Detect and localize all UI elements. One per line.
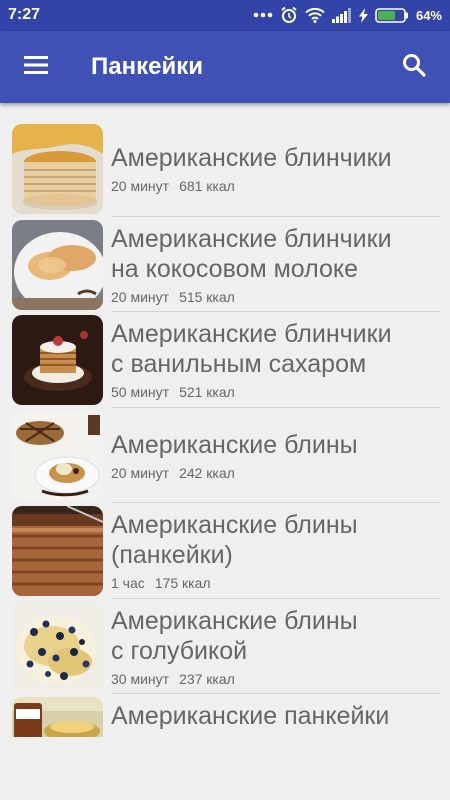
- recipe-item[interactable]: Американские блины 20 минут 242 ккал: [0, 408, 450, 503]
- page-title: Панкейки: [91, 53, 203, 80]
- calories: 521 ккал: [179, 384, 235, 400]
- recipe-item[interactable]: Американские блины с голубикой 30 минут 2…: [0, 599, 450, 694]
- recipe-meta: 20 минут 681 ккал: [111, 178, 235, 194]
- calories: 242 ккал: [179, 464, 235, 481]
- recipe-item[interactable]: Американские блинчики на кокосовом молок…: [0, 217, 450, 312]
- recipe-title: Американские блины (панкейки): [111, 510, 441, 570]
- recipe-title-line: (панкейки): [111, 541, 233, 569]
- recipe-item[interactable]: Американские блины (панкейки) 1 час 175 к…: [0, 503, 450, 599]
- calories: 175 ккал: [154, 575, 211, 591]
- battery-icon: [375, 7, 409, 23]
- recipe-thumbnail: [12, 219, 103, 310]
- menu-button[interactable]: [14, 45, 58, 89]
- recipe-title-line: Американские блинчики: [111, 224, 392, 253]
- recipe-item[interactable]: Американские блинчики 20 минут 681 ккал: [0, 121, 450, 217]
- recipe-thumbnail: [12, 506, 103, 596]
- calories: 681 ккал: [179, 178, 235, 194]
- recipe-meta: 1 час 175 ккал: [111, 575, 211, 591]
- recipe-thumbnail: [12, 315, 103, 405]
- cooking-time: 20 минут: [111, 464, 170, 481]
- recipe-title: Американские панкейки: [111, 701, 441, 731]
- alarm-icon: [280, 6, 298, 24]
- status-bar: 7:27 64%: [0, 0, 450, 31]
- recipe-title-line: на кокосовом молоке: [111, 254, 359, 283]
- charging-icon: [358, 7, 368, 23]
- calories: 515 ккал: [179, 288, 235, 305]
- hamburger-menu-icon: [24, 55, 48, 79]
- recipe-item[interactable]: Американские блинчики с ванильным сахаро…: [0, 312, 450, 408]
- status-time: 7:27: [8, 6, 41, 23]
- recipe-title: Американские блины: [111, 430, 441, 460]
- recipe-title-line: Американские блины: [111, 606, 358, 635]
- recipe-list[interactable]: Американские блинчики 20 минут 681 ккал А…: [0, 121, 450, 737]
- recipe-thumbnail: [12, 410, 103, 501]
- app-bar: Панкейки: [0, 31, 450, 103]
- recipe-title: Американские блинчики с ванильным сахаро…: [111, 319, 441, 379]
- recipe-title-line: Американские блины: [111, 511, 358, 539]
- search-button[interactable]: [392, 45, 436, 89]
- battery-percent: 64%: [415, 7, 442, 23]
- recipe-meta: 20 минут 515 ккал: [111, 289, 235, 305]
- recipe-title-line: с ванильным сахаром: [111, 350, 367, 378]
- cooking-time: 1 час: [111, 575, 145, 591]
- cooking-time: 20 минут: [111, 178, 170, 194]
- status-icons: 64%: [253, 5, 442, 25]
- recipe-thumbnail: [12, 601, 103, 692]
- wifi-icon: [305, 7, 325, 23]
- cooking-time: 50 минут: [111, 384, 170, 400]
- more-notifications-icon: [253, 12, 273, 18]
- recipe-thumbnail: [12, 124, 103, 214]
- recipe-title-line: Американские блины: [111, 430, 358, 459]
- recipe-item[interactable]: Американские панкейки: [0, 694, 450, 737]
- recipe-meta: 30 минут 237 ккал: [111, 671, 235, 687]
- recipe-thumbnail: [12, 697, 103, 737]
- calories: 237 ккал: [179, 670, 235, 687]
- cooking-time: 30 минут: [111, 670, 170, 687]
- recipe-title: Американские блинчики на кокосовом молок…: [111, 224, 441, 284]
- search-icon: [402, 53, 426, 82]
- recipe-title-line: Американские панкейки: [111, 702, 390, 730]
- recipe-title: Американские блины с голубикой: [111, 606, 441, 666]
- recipe-title: Американские блинчики: [111, 143, 441, 173]
- recipe-title-line: Американские блинчики: [111, 320, 392, 348]
- recipe-meta: 20 минут 242 ккал: [111, 465, 235, 481]
- recipe-title-line: Американские блинчики: [111, 144, 392, 172]
- recipe-meta: 50 минут 521 ккал: [111, 384, 235, 400]
- signal-icon: [331, 7, 352, 23]
- cooking-time: 20 минут: [111, 288, 170, 305]
- recipe-title-line: с голубикой: [111, 636, 248, 665]
